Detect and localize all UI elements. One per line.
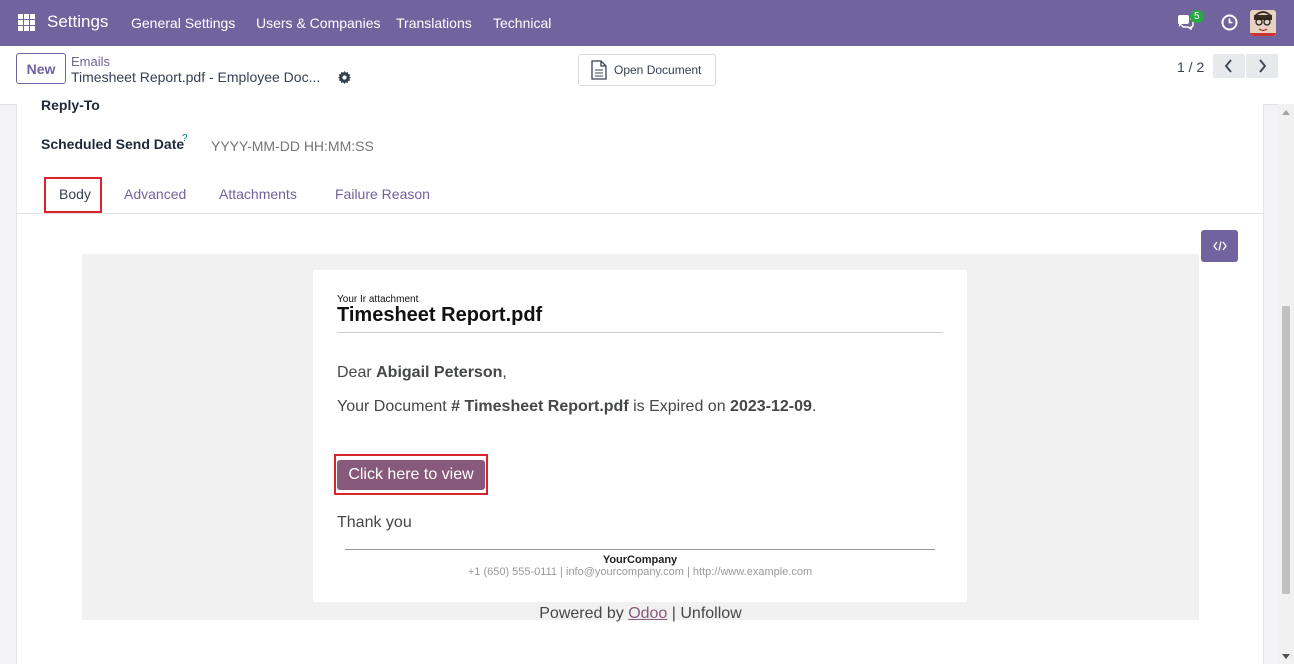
chevron-right-icon [1259, 59, 1267, 73]
tab-body[interactable]: Body [59, 186, 91, 202]
clock-icon[interactable] [1221, 14, 1238, 31]
user-avatar[interactable] [1250, 10, 1276, 36]
code-view-button[interactable] [1201, 230, 1238, 262]
help-tooltip-icon[interactable]: ? [182, 133, 188, 144]
powered-by-footer: Powered by Odoo | Unfollow [539, 605, 742, 622]
menu-translations[interactable]: Translations [396, 15, 472, 31]
apps-grid-icon[interactable] [18, 14, 35, 31]
email-greeting: Dear Abigail Peterson, [337, 364, 507, 381]
document-name: # Timesheet Report.pdf [451, 398, 629, 415]
chat-count-badge: 5 [1190, 10, 1204, 23]
scroll-up-arrow-icon[interactable] [1282, 110, 1290, 115]
company-contact: +1 (650) 555-0111 | info@yourcompany.com… [467, 566, 813, 578]
pager-next-button[interactable] [1246, 54, 1278, 78]
scroll-down-arrow-icon[interactable] [1282, 654, 1290, 659]
odoo-link[interactable]: Odoo [628, 605, 667, 622]
scheduled-send-date-label: Scheduled Send Date [41, 136, 185, 152]
gear-icon[interactable] [338, 71, 351, 84]
open-document-button[interactable]: Open Document [578, 54, 716, 86]
email-thanks: Thank you [337, 514, 412, 531]
email-card: Your Ir attachment Timesheet Report.pdf … [313, 270, 967, 602]
scheduled-send-date-input[interactable] [211, 138, 411, 154]
company-name: YourCompany [602, 554, 678, 566]
code-icon [1212, 241, 1227, 251]
breadcrumb-parent[interactable]: Emails [71, 54, 110, 69]
unfollow-text[interactable]: | Unfollow [667, 605, 742, 622]
app-brand[interactable]: Settings [47, 12, 108, 32]
form-sheet: Reply-To Scheduled Send Date ? Body Adva… [16, 97, 1264, 664]
email-title: Timesheet Report.pdf [337, 304, 543, 326]
breadcrumb-current: Timesheet Report.pdf - Employee Doc... [71, 69, 321, 85]
recipient-name: Abigail Peterson [376, 364, 503, 381]
menu-users-companies[interactable]: Users & Companies [256, 15, 381, 31]
new-button[interactable]: New [16, 53, 66, 84]
document-icon [591, 60, 607, 80]
email-divider [337, 332, 943, 333]
control-panel: New Emails Timesheet Report.pdf - Employ… [0, 46, 1294, 105]
menu-technical[interactable]: Technical [493, 15, 551, 31]
tab-failure-reason[interactable]: Failure Reason [335, 186, 430, 202]
expiry-date: 2023-12-09 [730, 398, 812, 415]
click-here-to-view-button[interactable]: Click here to view [337, 460, 485, 490]
menu-general-settings[interactable]: General Settings [131, 15, 235, 31]
email-preview: Your Ir attachment Timesheet Report.pdf … [82, 254, 1199, 622]
pager-previous-button[interactable] [1213, 54, 1245, 78]
email-document-line: Your Document # Timesheet Report.pdf is … [337, 398, 817, 415]
footer-divider [345, 549, 935, 550]
pager-value[interactable]: 1 / 2 [1177, 59, 1204, 75]
scroll-thumb[interactable] [1282, 306, 1290, 594]
tab-attachments[interactable]: Attachments [219, 186, 297, 202]
tab-advanced[interactable]: Advanced [124, 186, 186, 202]
tabs-divider [17, 213, 1263, 214]
reply-to-label: Reply-To [41, 97, 100, 113]
top-navbar: Settings General Settings Users & Compan… [0, 0, 1294, 46]
chevron-left-icon [1224, 59, 1232, 73]
open-document-label: Open Document [614, 63, 702, 77]
vertical-scrollbar[interactable] [1278, 104, 1294, 664]
